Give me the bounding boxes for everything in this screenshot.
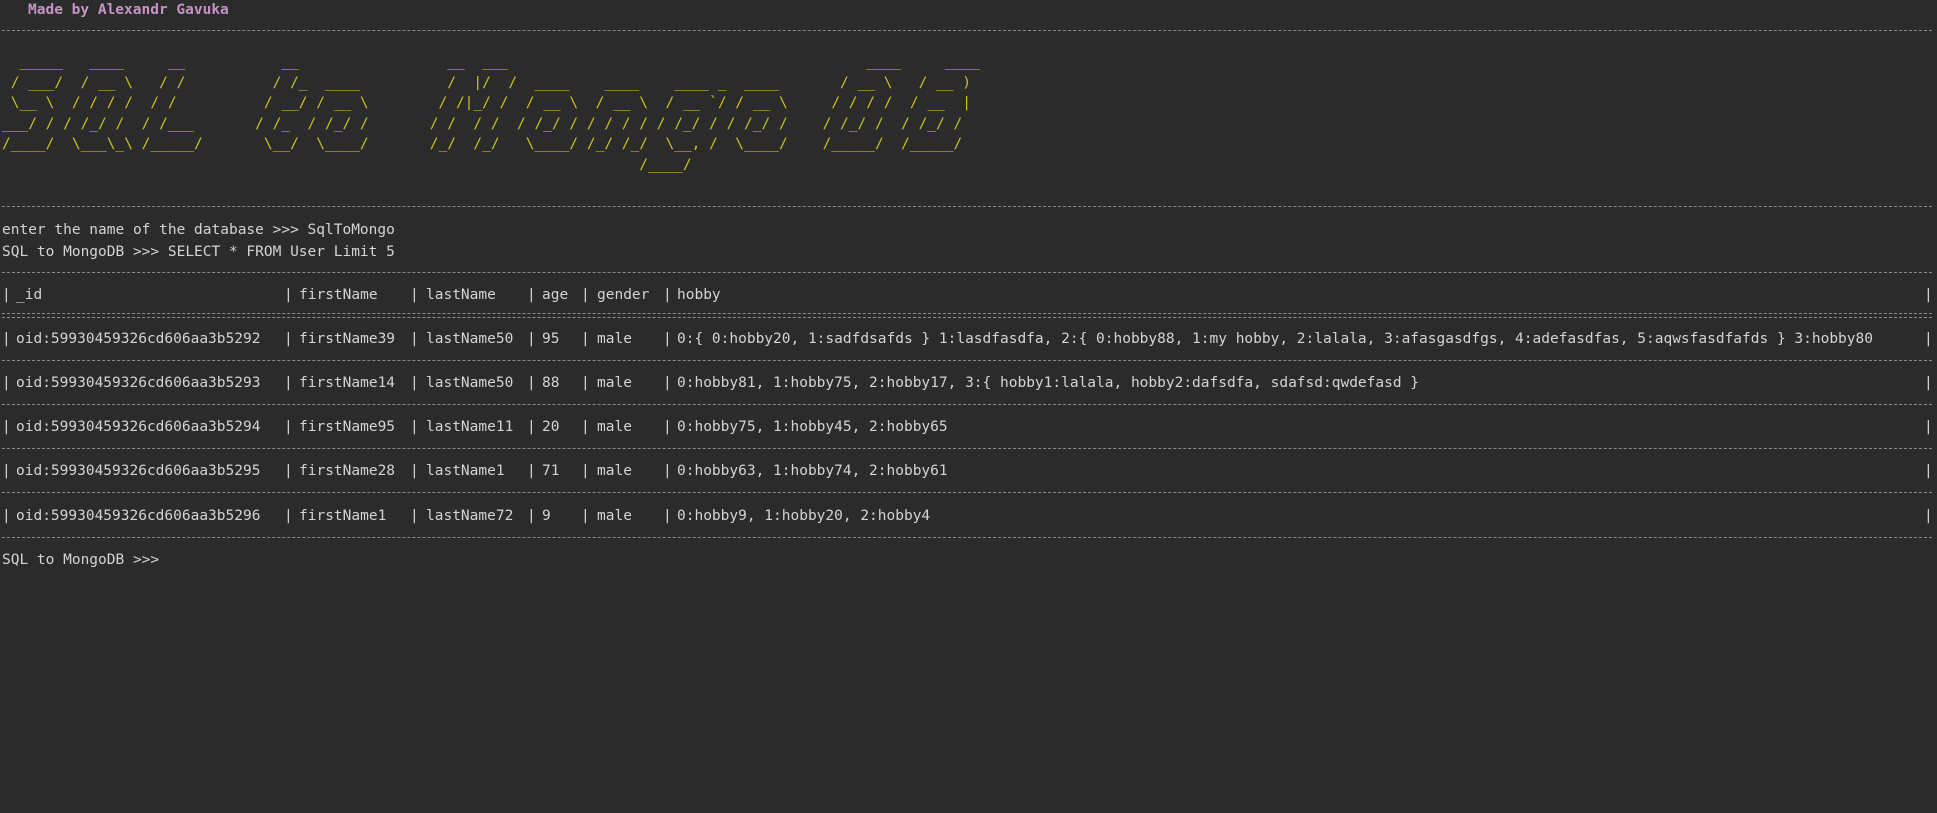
header-gender: gender [597,287,650,303]
table-border: | [410,463,419,479]
cell-gender: male [597,331,632,347]
separator [2,537,1932,538]
table-row: | oid:59930459326cd606aa3b5293 | firstNa… [2,372,1934,394]
cell-firstname: firstName95 [299,419,396,435]
table-border: | [663,287,672,303]
cell-hobby: 0:hobby9, 1:hobby20, 2:hobby4 [677,508,931,524]
table-border: | [410,419,419,435]
separator [2,272,1932,273]
table-border: | [527,331,536,347]
cell-lastname: lastName50 [426,331,514,347]
cell-age: 71 [542,463,560,479]
cell-lastname: lastName1 [426,463,505,479]
table-border: | [1924,419,1933,435]
cell-firstname: firstName14 [299,375,396,391]
header-firstname: firstName [299,287,378,303]
table-border: | [284,463,293,479]
table-border: | [2,287,11,303]
table-border: | [1924,287,1933,303]
table-border: | [2,375,11,391]
table-border: | [527,463,536,479]
table-border: | [581,287,590,303]
separator [2,492,1932,493]
cell-lastname: lastName11 [426,419,514,435]
table-border: | [2,419,11,435]
table-border: | [1924,463,1933,479]
table-border: | [2,331,11,347]
table-border: | [663,331,672,347]
header-lastname: lastName [426,287,496,303]
table-border: | [581,331,590,347]
cell-hobby: 0:hobby75, 1:hobby45, 2:hobby65 [677,419,948,435]
table-border: | [410,508,419,524]
separator [2,206,1932,207]
table-border: | [410,287,419,303]
table-row: | oid:59930459326cd606aa3b5292 | firstNa… [2,328,1934,350]
cell-lastname: lastName50 [426,375,514,391]
cell-gender: male [597,419,632,435]
table-border: | [284,508,293,524]
table-border: | [1924,331,1933,347]
separator [2,30,1932,31]
cell-gender: male [597,375,632,391]
cell-gender: male [597,463,632,479]
cell-id: oid:59930459326cd606aa3b5293 [16,375,261,391]
cell-firstname: firstName1 [299,508,387,524]
cell-hobby: 0:hobby81, 1:hobby75, 2:hobby17, 3:{ hob… [677,375,1420,391]
table-border: | [284,287,293,303]
table-row: | oid:59930459326cd606aa3b5295 | firstNa… [2,460,1934,482]
separator [2,448,1932,449]
table-border: | [1924,508,1933,524]
cell-hobby: 0:{ 0:hobby20, 1:sadfdsafds } 1:lasdfasd… [677,331,1873,347]
table-border: | [581,375,590,391]
cell-id: oid:59930459326cd606aa3b5295 [16,463,261,479]
table-border: | [284,331,293,347]
cell-age: 95 [542,331,560,347]
table-border: | [527,375,536,391]
table-border: | [663,508,672,524]
cell-id: oid:59930459326cd606aa3b5294 [16,419,261,435]
command-prompt[interactable]: SQL to MongoDB >>> [2,549,159,571]
cell-age: 20 [542,419,560,435]
cell-age: 9 [542,508,551,524]
table-border: | [581,508,590,524]
table-border: | [663,463,672,479]
table-border: | [581,419,590,435]
cell-gender: male [597,508,632,524]
table-header-row: | _id | firstName | lastName | age | gen… [2,284,1934,306]
cell-firstname: firstName39 [299,331,396,347]
header-id: _id [16,287,43,303]
cell-id: oid:59930459326cd606aa3b5296 [16,508,261,524]
cell-firstname: firstName28 [299,463,396,479]
query-prompt: SQL to MongoDB >>> SELECT * FROM User Li… [2,244,395,260]
ascii-banner: _____ ____ __ __ __ ___ ____ ____ / ___/… [2,54,980,173]
table-border: | [2,508,11,524]
table-border: | [410,331,419,347]
table-border: | [1924,375,1933,391]
cell-age: 88 [542,375,560,391]
table-border: | [663,375,672,391]
cell-hobby: 0:hobby63, 1:hobby74, 2:hobby61 [677,463,948,479]
cell-id: oid:59930459326cd606aa3b5292 [16,331,261,347]
table-border: | [2,463,11,479]
table-border: | [410,375,419,391]
table-border: | [284,419,293,435]
table-row: | oid:59930459326cd606aa3b5296 | firstNa… [2,505,1934,527]
separator-double [2,313,1932,318]
cell-lastname: lastName72 [426,508,514,524]
table-border: | [284,375,293,391]
header-age: age [542,287,569,303]
separator [2,404,1932,405]
author-line: Made by Alexandr Gavuka [28,2,229,18]
header-hobby: hobby [677,287,721,303]
table-border: | [527,287,536,303]
table-row: | oid:59930459326cd606aa3b5294 | firstNa… [2,416,1934,438]
table-border: | [527,508,536,524]
table-border: | [527,419,536,435]
table-border: | [663,419,672,435]
separator [2,360,1932,361]
table-border: | [581,463,590,479]
database-prompt: enter the name of the database >>> SqlTo… [2,222,395,238]
